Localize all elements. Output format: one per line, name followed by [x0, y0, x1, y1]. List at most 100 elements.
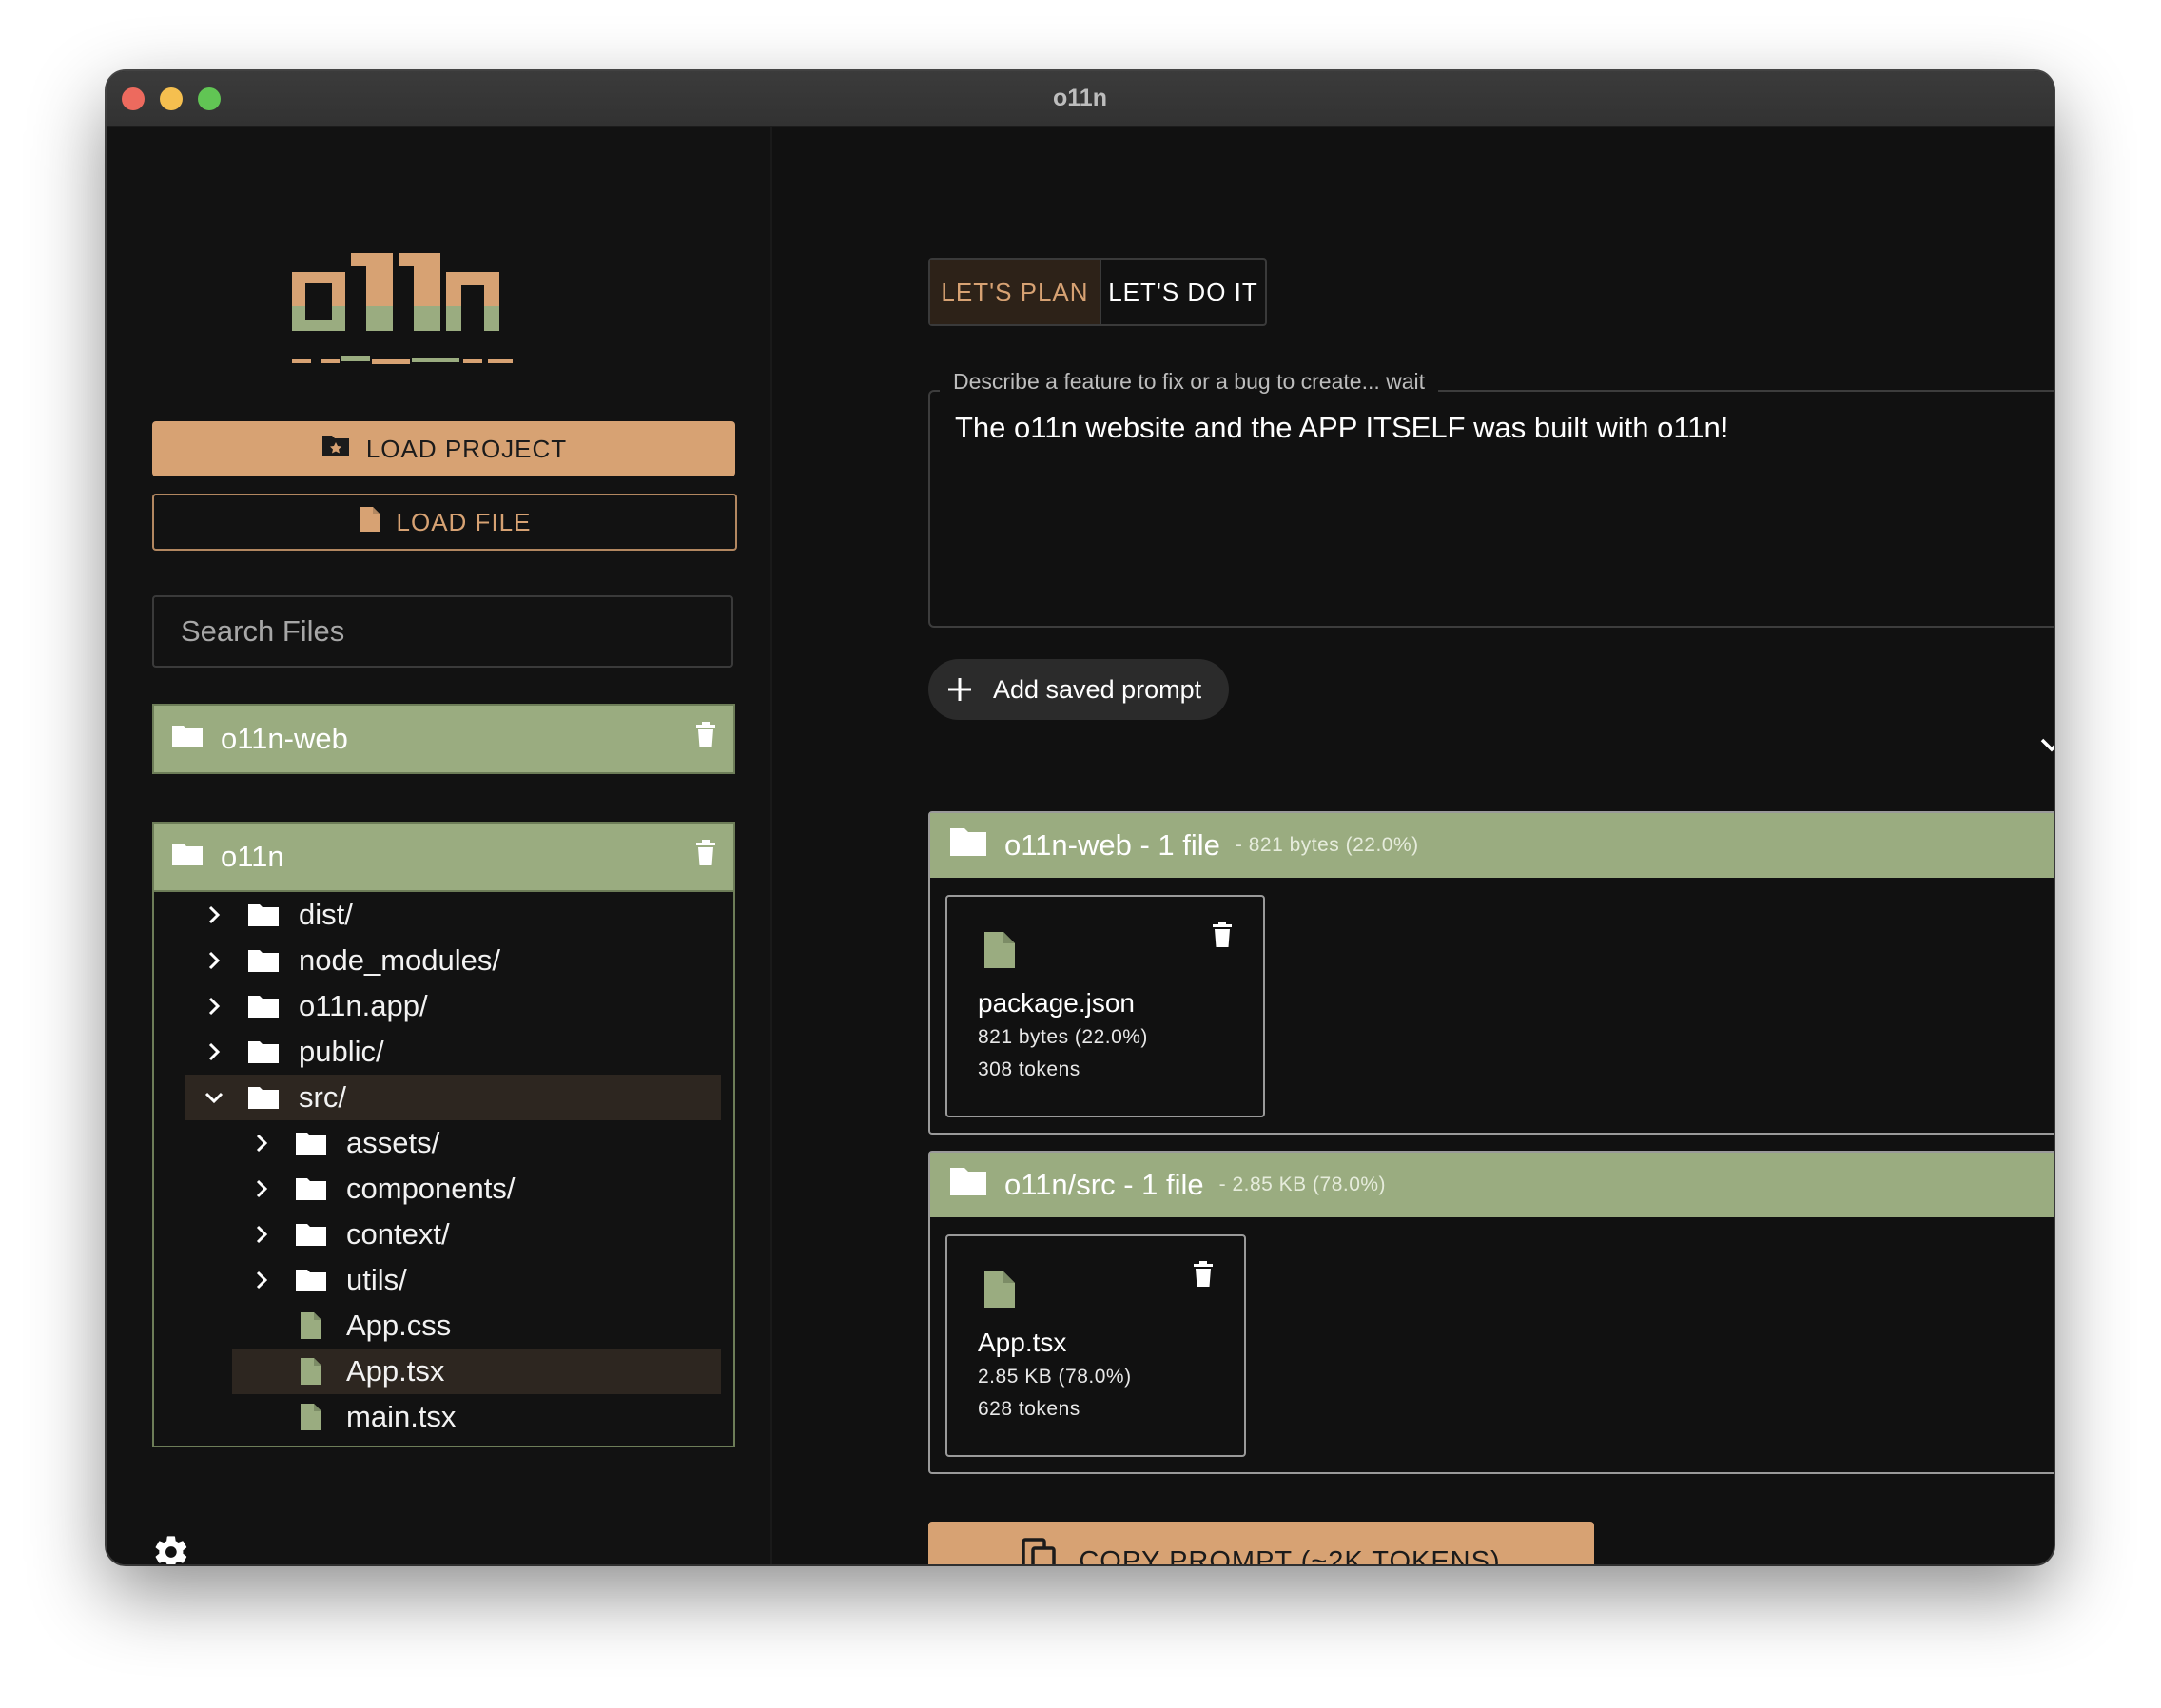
tree-item-folder[interactable]: o11n.app/ — [200, 983, 428, 1029]
file-card-name: package.json — [978, 988, 1136, 1018]
folder-icon — [171, 840, 204, 874]
folder-icon — [247, 948, 280, 973]
chevron-down-icon[interactable] — [2039, 736, 2054, 758]
tree-item-folder[interactable]: utils/ — [247, 1257, 407, 1303]
file-icon — [295, 1357, 327, 1386]
plus-icon — [945, 675, 974, 704]
file-icon — [983, 1271, 1016, 1313]
tree-item-folder[interactable]: public/ — [200, 1029, 384, 1075]
folder-icon — [295, 1268, 327, 1292]
mode-tabs: LET'S PLAN LET'S DO IT — [928, 258, 1267, 326]
chevron-right-icon[interactable] — [247, 1224, 276, 1245]
tree-item-file-selected[interactable]: App.tsx — [232, 1349, 721, 1394]
main-panel: LET'S PLAN LET'S DO IT Describe a featur… — [772, 127, 2054, 1564]
file-card-size: 2.85 KB (78.0%) — [978, 1366, 1132, 1388]
tree-item-label: o11n.app/ — [299, 989, 428, 1022]
file-group-header: o11n-web - 1 file - 821 bytes (22.0%) — [930, 813, 2054, 878]
description-value: The o11n website and the APP ITSELF was … — [955, 411, 1729, 444]
copy-icon — [1022, 1538, 1058, 1564]
add-saved-prompt-label: Add saved prompt — [993, 674, 1202, 704]
trash-icon[interactable] — [695, 840, 716, 874]
file-icon — [295, 1403, 327, 1431]
file-group-header: o11n/src - 1 file - 2.85 KB (78.0%) — [930, 1153, 2054, 1217]
tree-item-folder-selected[interactable]: src/ — [185, 1075, 721, 1120]
folder-icon — [295, 1222, 327, 1247]
folder-icon — [247, 903, 280, 927]
tree-item-folder[interactable]: assets/ — [247, 1120, 439, 1166]
file-icon — [359, 505, 381, 540]
tree-item-label: public/ — [299, 1035, 384, 1068]
tree-item-label: context/ — [346, 1217, 450, 1251]
title-bar: o11n — [107, 71, 2054, 127]
search-input[interactable]: Search Files — [152, 595, 733, 668]
folder-icon — [171, 722, 204, 756]
tree-item-label: main.tsx — [346, 1400, 457, 1433]
tree-item-label: App.tsx — [346, 1354, 445, 1388]
file-card[interactable]: App.tsx 2.85 KB (78.0%) 628 tokens — [945, 1234, 1246, 1457]
tree-item-file[interactable]: App.css — [295, 1303, 451, 1349]
sidebar: LOAD PROJECT LOAD FILE Search Files o11n… — [107, 127, 772, 1564]
gear-icon[interactable] — [152, 1533, 190, 1564]
trash-icon[interactable] — [1212, 922, 1233, 953]
description-label: Describe a feature to fix or a bug to cr… — [940, 369, 1439, 395]
project-name: o11n — [221, 840, 284, 873]
folder-icon — [247, 1039, 280, 1064]
folder-star-icon — [321, 434, 351, 465]
file-card-tokens: 308 tokens — [978, 1058, 1080, 1080]
file-group-title: o11n/src - 1 file — [1004, 1168, 1204, 1201]
tree-item-file[interactable]: main.tsx — [295, 1394, 456, 1440]
file-icon — [295, 1311, 327, 1340]
window-title: o11n — [1053, 85, 1107, 111]
file-card-size: 821 bytes (22.0%) — [978, 1026, 1148, 1048]
tree-item-label: node_modules/ — [299, 943, 500, 977]
chevron-right-icon[interactable] — [200, 950, 228, 971]
chevron-right-icon[interactable] — [200, 996, 228, 1017]
search-placeholder: Search Files — [181, 614, 345, 648]
chevron-right-icon[interactable] — [247, 1270, 276, 1291]
chevron-right-icon[interactable] — [200, 1041, 228, 1062]
tree-item-label: components/ — [346, 1172, 516, 1205]
tab-lets-do-it[interactable]: LET'S DO IT — [1101, 260, 1265, 324]
tree-item-label: utils/ — [346, 1263, 407, 1296]
file-card[interactable]: package.json 821 bytes (22.0%) 308 token… — [945, 895, 1265, 1117]
tree-item-label: src/ — [299, 1080, 346, 1114]
tree-item-label: assets/ — [346, 1126, 440, 1159]
tree-item-folder[interactable]: context/ — [247, 1212, 450, 1257]
tree-item-label: App.css — [346, 1309, 452, 1342]
copy-prompt-label: COPY PROMPT (~2K TOKENS) — [1079, 1545, 1501, 1565]
chevron-right-icon[interactable] — [200, 904, 228, 925]
file-card-tokens: 628 tokens — [978, 1398, 1080, 1420]
add-saved-prompt-button[interactable]: Add saved prompt — [928, 659, 1229, 720]
file-group-meta: - 2.85 KB (78.0%) — [1218, 1174, 1387, 1195]
project-o11n-web[interactable]: o11n-web — [152, 704, 735, 774]
folder-icon — [295, 1131, 327, 1155]
file-icon — [983, 931, 1016, 974]
tree-item-folder[interactable]: dist/ — [200, 892, 353, 938]
copy-prompt-button[interactable]: COPY PROMPT (~2K TOKENS) — [928, 1522, 1594, 1564]
trash-icon[interactable] — [695, 722, 716, 756]
tab-lets-plan[interactable]: LET'S PLAN — [930, 260, 1101, 324]
tree-item-label: dist/ — [299, 898, 353, 931]
app-window: o11n LOAD PROJECT LOAD FILE Search Files… — [107, 71, 2054, 1564]
chevron-right-icon[interactable] — [247, 1178, 276, 1199]
file-group: o11n-web - 1 file - 821 bytes (22.0%) pa… — [928, 811, 2054, 1135]
load-file-button[interactable]: LOAD FILE — [152, 494, 737, 551]
project-name: o11n-web — [221, 722, 348, 755]
folder-icon — [295, 1176, 327, 1201]
trash-icon[interactable] — [1193, 1261, 1214, 1292]
load-project-label: LOAD PROJECT — [365, 434, 568, 463]
file-tree: dist/ node_modules/ o11n.app/ public/ sr… — [152, 877, 735, 1447]
tree-item-folder[interactable]: components/ — [247, 1166, 516, 1212]
folder-icon — [247, 1085, 280, 1110]
load-project-button[interactable]: LOAD PROJECT — [152, 421, 735, 476]
chevron-right-icon[interactable] — [247, 1133, 276, 1154]
file-card-name: App.tsx — [978, 1328, 1067, 1357]
tree-item-folder[interactable]: node_modules/ — [200, 938, 500, 983]
file-group-meta: - 821 bytes (22.0%) — [1235, 834, 1419, 856]
load-file-label: LOAD FILE — [396, 507, 532, 536]
folder-icon — [949, 1166, 987, 1204]
chevron-down-icon[interactable] — [200, 1091, 228, 1104]
folder-icon — [949, 826, 987, 864]
file-group-title: o11n-web - 1 file — [1004, 828, 1220, 862]
folder-icon — [247, 994, 280, 1019]
